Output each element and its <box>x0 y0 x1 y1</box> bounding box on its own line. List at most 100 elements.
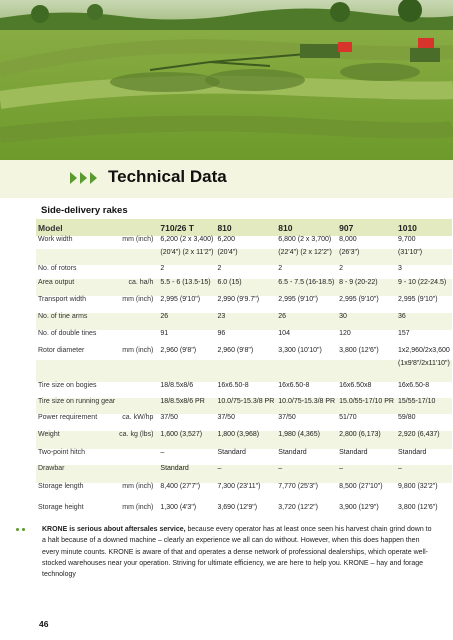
row-value <box>158 360 216 382</box>
row-value: 8,000 <box>339 236 357 243</box>
row-value: – <box>276 465 338 483</box>
row-unit <box>117 360 159 382</box>
row-value: 2 <box>339 265 344 272</box>
table-row: Work width mm (inch) 6,200 (2 x 3,400) 6,20… <box>36 236 452 249</box>
table-row: Tire size on running gear 18/8.5x8/6 PR 10… <box>36 398 452 414</box>
row-value: 2,960 (9'8") <box>160 347 197 354</box>
row-value: 15/55-17/10 <box>395 398 452 414</box>
row-value: 6,200 <box>217 236 235 243</box>
row-value: 10.0/75-15.3/8 PR <box>215 398 277 414</box>
row-value: 96 <box>217 330 226 337</box>
row-unit: ca. kW/hp <box>122 414 154 421</box>
row-value: 37/50 <box>160 414 178 421</box>
row-value: 3,690 (12'9") <box>217 504 258 511</box>
row-unit: mm (inch) <box>122 236 154 243</box>
row-value: 91 <box>160 330 169 337</box>
header-cell: Model <box>36 219 118 236</box>
row-value <box>337 360 396 382</box>
row-value: 10.0/75-15.3/8 PR <box>276 398 338 414</box>
row-value: 6,200 (2 x 3,400) <box>160 236 214 243</box>
section-subtitle: Side-delivery rakes <box>41 205 128 216</box>
header-cell: 710/26 T <box>158 219 216 236</box>
page-number: 46 <box>39 619 49 629</box>
row-label <box>36 360 118 382</box>
row-value: (20'4") <box>215 249 277 265</box>
row-value: 1,600 (3,527) <box>158 431 216 449</box>
row-value: 37/50 <box>217 414 235 421</box>
row-value: 3,720 (12'2") <box>278 504 318 511</box>
row-value: 59/80 <box>397 414 416 421</box>
row-value: 7,770 (25'3") <box>278 483 318 490</box>
row-value: – <box>160 449 165 456</box>
row-value: 8,400 (27'7") <box>160 483 201 490</box>
row-value: 51/70 <box>339 414 357 421</box>
header-cell: 1010 <box>395 219 452 236</box>
field-rake-image <box>0 0 453 160</box>
row-value: (31'10") <box>395 249 452 265</box>
row-value: 18/8.5x8/6 PR <box>158 398 216 414</box>
row-label: Drawbar <box>36 465 118 483</box>
row-value: Standard <box>397 449 427 456</box>
row-unit: mm (inch) <box>122 296 154 303</box>
row-value: 8,500 (27'10") <box>339 483 383 490</box>
row-label: Rotor diameter <box>38 347 85 354</box>
row-value: 16x6.50x8 <box>339 382 372 389</box>
row-value <box>215 360 277 382</box>
row-value: 2,800 (6,173) <box>337 431 396 449</box>
row-value: 3,800 (12'6") <box>397 504 438 511</box>
table-row: Area output ca. ha/h 5.5 - 6 (13.5-15) 6.0 … <box>36 279 452 296</box>
bullet-dots-icon <box>16 528 25 531</box>
row-value: (1x9'8"/2x11'10") <box>395 360 452 382</box>
row-value: 2 <box>217 265 222 272</box>
triple-arrow-icon <box>70 172 97 184</box>
row-value: 9,700 <box>397 236 416 243</box>
row-unit <box>117 465 159 483</box>
table-row: (20'4") (2 x 11'2") (20'4") (22'4") (2 x 1… <box>36 249 452 265</box>
row-label: No. of double tines <box>38 330 97 337</box>
row-label: No. of rotors <box>38 265 77 272</box>
table-row: Transport width mm (inch) 2,995 (9'10") 2,9… <box>36 296 452 313</box>
row-unit <box>117 265 158 279</box>
table-row: Two-point hitch – Standard Standard Standard… <box>36 449 452 465</box>
row-value: Standard <box>217 449 246 456</box>
table-row: No. of double tines 91 96 104 120 157 <box>36 330 452 347</box>
row-value: (26'3") <box>337 249 396 265</box>
row-unit: mm (inch) <box>122 504 154 511</box>
row-label: Work width <box>38 236 73 243</box>
header-cell: 907 <box>337 219 396 236</box>
row-unit <box>117 382 158 398</box>
header-cell: 810 <box>276 219 338 236</box>
row-value: (20'4") (2 x 11'2") <box>158 249 216 265</box>
header-cell <box>117 219 159 236</box>
aftersales-paragraph: KRONE is serious about aftersales servic… <box>42 524 437 580</box>
row-value: 2,990 (9'9.7") <box>217 296 260 303</box>
row-label: Storage length <box>38 483 84 490</box>
row-value: 3 <box>397 265 402 272</box>
row-value: 36 <box>395 313 452 330</box>
row-value: 2,995 (9'10") <box>339 296 379 303</box>
row-value: Standard <box>339 449 368 456</box>
row-value: 1,800 (3,968) <box>215 431 277 449</box>
row-value: 30 <box>337 313 396 330</box>
paragraph-lead: KRONE is serious about aftersales servic… <box>42 526 186 533</box>
row-label: Two-point hitch <box>38 449 86 456</box>
row-unit: ca. ha/h <box>117 279 159 296</box>
row-value: – <box>395 465 452 483</box>
row-value: 37/50 <box>278 414 296 421</box>
row-value: 2,995 (9'10") <box>160 296 201 303</box>
row-unit: ca. kg (lbs) <box>117 431 159 449</box>
row-unit <box>117 449 158 465</box>
row-label: Storage height <box>38 504 84 511</box>
row-value: 23 <box>215 313 277 330</box>
row-value: 2,920 (6,437) <box>395 431 452 449</box>
row-value: 16x6.50-8 <box>217 382 249 389</box>
row-value: 1x2,960/2x3,600 <box>397 347 450 354</box>
row-value: 3,300 (10'10") <box>278 347 322 354</box>
row-value: 9,800 (32'2") <box>397 483 438 490</box>
row-value: 2 <box>278 265 283 272</box>
row-value: 26 <box>158 313 216 330</box>
row-label: No. of tine arms <box>36 313 118 330</box>
row-value: 2 <box>160 265 165 272</box>
row-value: 3,800 (12'6") <box>339 347 379 354</box>
row-value: Standard <box>278 449 307 456</box>
